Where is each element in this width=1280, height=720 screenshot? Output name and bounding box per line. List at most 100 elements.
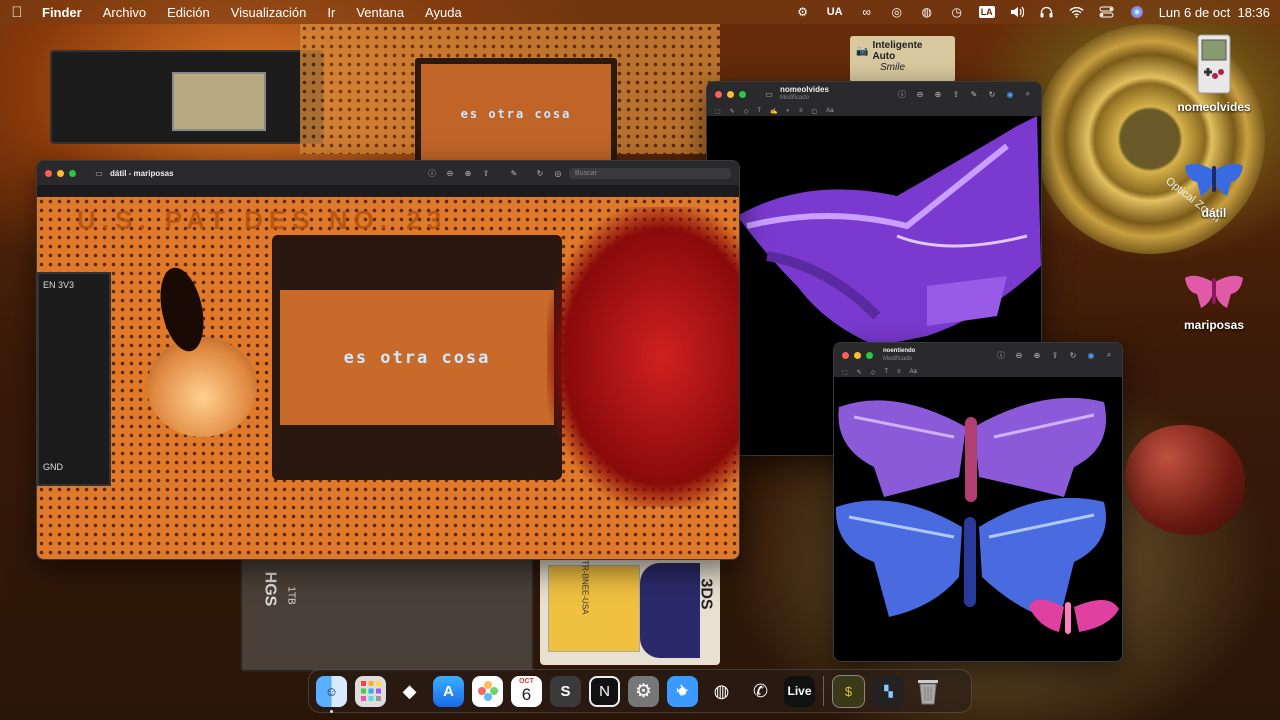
info-icon[interactable]: ⓘ: [427, 168, 437, 178]
rotate-icon[interactable]: ↻: [535, 168, 545, 178]
share-icon[interactable]: ⇪: [1050, 350, 1060, 360]
adjust-tool-icon[interactable]: ◐: [786, 108, 790, 114]
menu-ventana[interactable]: Ventana: [356, 5, 404, 20]
airdrop-icon[interactable]: ◎: [889, 5, 905, 19]
sketch-tool-icon[interactable]: ✎: [730, 108, 735, 115]
dock-preview-image-icon[interactable]: $: [832, 674, 865, 708]
dock-calendar-icon[interactable]: OCT 6: [511, 675, 542, 707]
titlebar-noentiendo[interactable]: noentiendo Modificado ⓘ ⊖ ⊕ ⇪ ↻ ◉ ⌕: [834, 343, 1122, 367]
dock-nightshift-icon[interactable]: N: [589, 675, 620, 707]
dock-finder-icon[interactable]: ☺: [316, 675, 347, 713]
close-button[interactable]: [45, 169, 52, 177]
zoom-out-icon[interactable]: ⊖: [445, 168, 455, 178]
zoom-in-icon[interactable]: ⊕: [463, 168, 473, 178]
cartridge-sticker: [548, 565, 640, 652]
sony-icon[interactable]: ◍: [919, 5, 935, 19]
rotate-icon[interactable]: ↻: [1068, 350, 1078, 360]
dock-tidal-icon[interactable]: ◆: [394, 676, 425, 707]
window-datil-mariposas[interactable]: ▭ dátil - mariposas ⓘ ⊖ ⊕ ⇪ ✎ ↻ ◎ Buscar…: [36, 160, 740, 560]
window-noentiendo[interactable]: noentiendo Modificado ⓘ ⊖ ⊕ ⇪ ↻ ◉ ⌕ ⬚ ✎ …: [833, 342, 1123, 662]
dock-ableton-live-icon[interactable]: Live: [784, 675, 815, 707]
titlebar-nomeolvides[interactable]: ▭ nomeolvides Modificado ⓘ ⊖ ⊕ ⇪ ✎ ↻ ◉ ⌕: [707, 82, 1041, 106]
dock-trash-icon[interactable]: [912, 676, 943, 707]
gear-icon[interactable]: ⚙: [795, 5, 811, 19]
photos-flower-glyph: [477, 681, 498, 701]
zoom-button[interactable]: [739, 90, 746, 98]
menu-edicion[interactable]: Edición: [167, 5, 210, 20]
menu-visualizacion[interactable]: Visualización: [231, 5, 307, 20]
zoom-out-icon[interactable]: ⊖: [1014, 350, 1024, 360]
markup-toolbar-icon[interactable]: ◉: [1086, 350, 1096, 360]
fill-tool-icon[interactable]: ▢: [812, 108, 818, 115]
menu-archivo[interactable]: Archivo: [103, 5, 146, 20]
dock-spotify-icon[interactable]: ◍: [706, 676, 737, 707]
menu-ayuda[interactable]: Ayuda: [425, 5, 462, 20]
markup-toolbar-icon[interactable]: ◎: [553, 168, 563, 178]
headphones-icon[interactable]: [1039, 5, 1055, 19]
text-tool-icon[interactable]: T: [757, 108, 761, 114]
sidebar-toggle-icon[interactable]: ▭: [764, 89, 774, 99]
share-icon[interactable]: ⇪: [481, 168, 491, 178]
hdd-capacity: 1TB: [285, 586, 297, 605]
search-icon[interactable]: ⌕: [1023, 89, 1033, 99]
volume-icon[interactable]: [1009, 5, 1025, 19]
border-tool-icon[interactable]: ≡: [897, 369, 901, 375]
shapes-tool-icon[interactable]: ◇: [871, 369, 876, 376]
dock-terminal-image-icon[interactable]: ▚: [873, 675, 904, 707]
sign-tool-icon[interactable]: ✍: [770, 108, 777, 115]
markup-toolbar-icon[interactable]: ◉: [1005, 89, 1015, 99]
share-icon[interactable]: ⇪: [951, 89, 961, 99]
dock-system-settings-icon[interactable]: ⚙: [628, 675, 659, 707]
font-tool-icon[interactable]: Aa: [910, 369, 917, 375]
siri-orb: [1130, 6, 1143, 18]
menu-app-finder[interactable]: Finder: [42, 5, 82, 20]
dock-whatsapp-icon[interactable]: ✆: [745, 676, 776, 707]
dock-app-store-icon[interactable]: A: [433, 675, 464, 707]
close-button[interactable]: [842, 351, 849, 359]
markup-icon[interactable]: ✎: [969, 89, 979, 99]
apple-menu-icon[interactable]: : [10, 4, 24, 21]
sidebar-toggle-icon[interactable]: ▭: [94, 168, 104, 178]
input-source-label[interactable]: UA: [825, 5, 845, 19]
shapes-tool-icon[interactable]: ◇: [744, 108, 749, 115]
sketch-tool-icon[interactable]: ✎: [857, 369, 862, 376]
dock-photos-icon[interactable]: [472, 675, 503, 707]
dock-launchpad-icon[interactable]: [355, 675, 386, 707]
control-center-icon[interactable]: [1099, 5, 1115, 19]
minimize-button[interactable]: [727, 90, 734, 98]
info-icon[interactable]: ⓘ: [996, 350, 1006, 360]
zoom-button[interactable]: [866, 351, 873, 359]
menubar-clock[interactable]: Lun 6 de oct 18:36: [1159, 5, 1270, 20]
dock-safari-icon[interactable]: ✈: [667, 675, 698, 707]
time-machine-icon[interactable]: ◷: [949, 5, 965, 19]
pink-moth-icon: [1185, 275, 1243, 308]
font-tool-icon[interactable]: Aa: [826, 108, 833, 114]
minimize-button[interactable]: [854, 351, 861, 359]
zoom-out-icon[interactable]: ⊖: [915, 89, 925, 99]
search-icon[interactable]: ⌕: [1104, 350, 1114, 360]
siri-icon[interactable]: [1129, 5, 1145, 19]
menu-ir[interactable]: Ir: [327, 5, 335, 20]
dock-sketchup-icon[interactable]: S: [550, 675, 581, 707]
zoom-button[interactable]: [69, 169, 76, 177]
search-input[interactable]: Buscar: [569, 167, 731, 179]
minimize-button[interactable]: [57, 169, 64, 177]
zoom-in-icon[interactable]: ⊕: [1032, 350, 1042, 360]
desktop-icon-datil[interactable]: dátil: [1164, 160, 1264, 220]
border-tool-icon[interactable]: ≡: [799, 108, 803, 114]
select-tool-icon[interactable]: ⬚: [842, 369, 848, 376]
wifi-icon[interactable]: [1069, 5, 1085, 19]
rotate-icon[interactable]: ↻: [987, 89, 997, 99]
close-button[interactable]: [715, 90, 722, 98]
desktop-icon-nomeolvides[interactable]: nomeolvides: [1164, 34, 1264, 114]
select-tool-icon[interactable]: ⬚: [715, 108, 721, 115]
info-icon[interactable]: ⓘ: [897, 89, 907, 99]
input-badge[interactable]: LA: [978, 5, 995, 19]
text-tool-icon[interactable]: T: [884, 369, 888, 375]
moth-pink-small: [1029, 599, 1119, 634]
titlebar-datil[interactable]: ▭ dátil - mariposas ⓘ ⊖ ⊕ ⇪ ✎ ↻ ◎ Buscar: [37, 161, 739, 185]
zoom-in-icon[interactable]: ⊕: [933, 89, 943, 99]
creative-cloud-icon[interactable]: ∞: [859, 5, 875, 19]
markup-icon[interactable]: ✎: [509, 168, 519, 178]
desktop-icon-mariposas[interactable]: mariposas: [1164, 272, 1264, 332]
